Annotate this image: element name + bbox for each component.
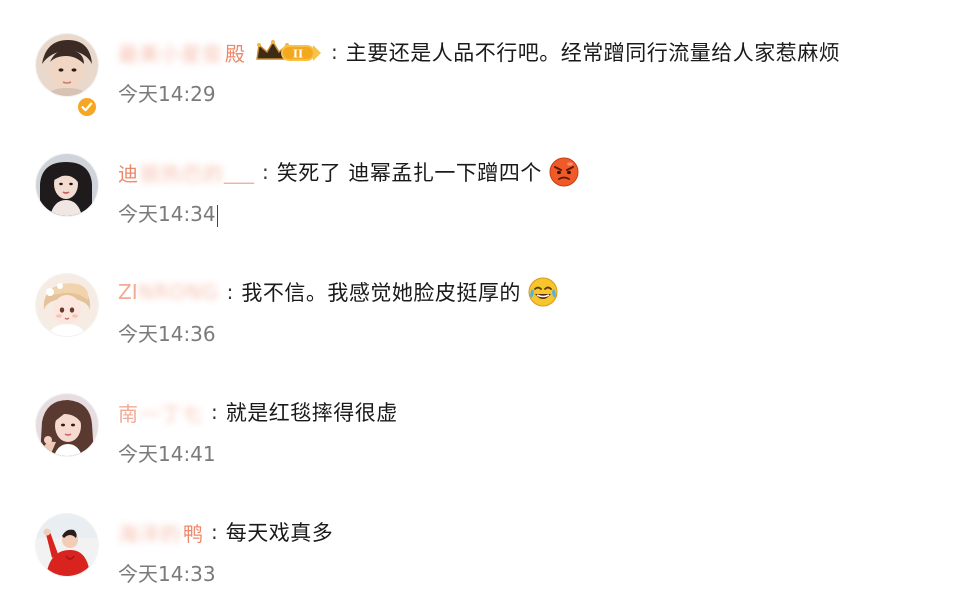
separator-colon: : bbox=[211, 400, 218, 424]
separator-colon: : bbox=[211, 520, 218, 544]
comment-time: 今天14:36 bbox=[118, 322, 216, 346]
separator-colon: : bbox=[331, 40, 338, 64]
separator-colon: : bbox=[226, 280, 234, 304]
username-hidden: 丽热巴的 bbox=[140, 161, 224, 186]
comment-line: 海洋的 鸭 : 每天戏真多 bbox=[118, 514, 333, 550]
comment-line: ZI NRONG : 我不信。我感觉她脸皮挺厚的 bbox=[118, 274, 559, 310]
separator-colon: : bbox=[262, 160, 269, 184]
comment-line: 迪 丽热巴的 ___ : 笑死了 迪幂孟扎一下蹭四个 bbox=[118, 154, 580, 190]
badge-level: II bbox=[293, 48, 303, 61]
angry-face-emoji bbox=[548, 156, 580, 188]
comment-line: 最美小星俊 殿 II : 主要还是人品不行吧。经常蹭同行流量给人家惹麻烦 bbox=[118, 34, 840, 70]
username-visible: 殿 bbox=[225, 41, 245, 66]
username[interactable]: 最美小星俊 殿 bbox=[118, 38, 245, 67]
avatar[interactable] bbox=[36, 274, 98, 336]
comment-item: ZI NRONG : 我不信。我感觉她脸皮挺厚的 今天14:36 bbox=[0, 260, 960, 370]
username-hidden: NRONG bbox=[138, 280, 219, 304]
comment-list: 最美小星俊 殿 II : 主要还是人品不行吧。经常蹭同行流量给人家惹麻烦 今天1… bbox=[0, 0, 960, 616]
comment-line: 南 一丁七 : 就是红毯摔得很虚 bbox=[118, 394, 398, 430]
comment-time: 今天14:41 bbox=[118, 442, 216, 466]
username-hidden: 海洋的 bbox=[118, 521, 181, 546]
comment-text: 我不信。我感觉她脸皮挺厚的 bbox=[241, 281, 521, 305]
comment-text: 笑死了 迪幂孟扎一下蹭四个 bbox=[276, 161, 542, 185]
avatar[interactable] bbox=[36, 154, 98, 216]
comment-time: 今天14:34 bbox=[118, 198, 218, 227]
username[interactable]: 海洋的 鸭 bbox=[118, 518, 203, 547]
comment-item: 最美小星俊 殿 II : 主要还是人品不行吧。经常蹭同行流量给人家惹麻烦 今天1… bbox=[0, 20, 960, 130]
username-tail: ___ bbox=[224, 160, 254, 184]
comment-item: 海洋的 鸭 : 每天戏真多 今天14:33 bbox=[0, 500, 960, 610]
username-hidden: 一丁七 bbox=[140, 401, 203, 426]
avatar[interactable] bbox=[36, 394, 98, 456]
username-visible: 南 bbox=[118, 401, 138, 426]
username[interactable]: 迪 丽热巴的 ___ bbox=[118, 158, 254, 187]
comment-time: 今天14:33 bbox=[118, 562, 216, 586]
username[interactable]: 南 一丁七 bbox=[118, 398, 203, 427]
text-cursor bbox=[216, 204, 218, 227]
comment-text: 就是红毯摔得很虚 bbox=[225, 401, 398, 425]
avatar[interactable] bbox=[36, 34, 98, 96]
comment-time: 今天14:29 bbox=[118, 82, 216, 106]
username-visible: 迪 bbox=[118, 161, 138, 186]
comment-item: 南 一丁七 : 就是红毯摔得很虚 今天14:41 bbox=[0, 380, 960, 490]
avatar[interactable] bbox=[36, 514, 98, 576]
laughing-crying-emoji bbox=[527, 276, 559, 308]
comment-text: 每天戏真多 bbox=[225, 521, 334, 545]
comment-text: 主要还是人品不行吧。经常蹭同行流量给人家惹麻烦 bbox=[345, 41, 841, 65]
username-visible: 鸭 bbox=[183, 521, 203, 546]
membership-crown-badge[interactable]: II bbox=[255, 39, 323, 65]
verified-badge-icon bbox=[76, 96, 98, 118]
comment-time-text: 今天14:34 bbox=[118, 202, 216, 226]
comment-item: 迪 丽热巴的 ___ : 笑死了 迪幂孟扎一下蹭四个 今天14:34 bbox=[0, 140, 960, 250]
username-hidden: 最美小星俊 bbox=[118, 41, 223, 66]
username[interactable]: ZI NRONG bbox=[118, 280, 219, 304]
username-visible: ZI bbox=[118, 280, 138, 304]
